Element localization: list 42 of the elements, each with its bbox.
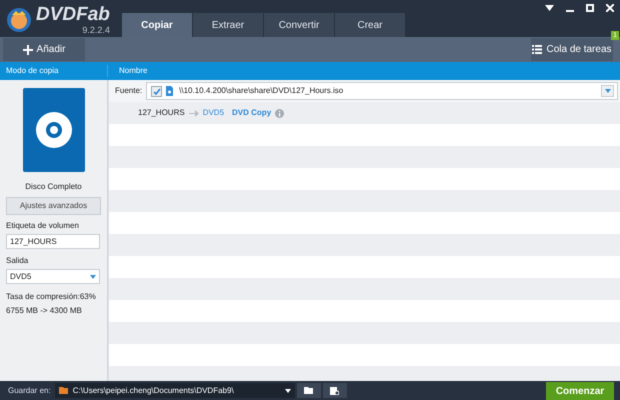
column-header: Nombre — [118, 65, 148, 77]
save-path-field[interactable]: C:\Users\peipei.cheng\Documents\DVDFab9\ — [54, 383, 295, 398]
caret-icon — [604, 89, 610, 93]
tab[interactable]: Convertir — [264, 13, 334, 37]
add-button[interactable]: Añadir — [3, 38, 85, 61]
plus-icon — [22, 44, 33, 54]
source-label: Fuente: — [115, 85, 142, 97]
source-checkbox[interactable] — [151, 86, 162, 96]
version-label: 9.2.2.4 — [82, 26, 110, 35]
dropdown-icon[interactable] — [545, 5, 554, 11]
source-field[interactable]: \\10.10.4.200\share\share\DVD\127_Hours.iso — [146, 82, 618, 100]
panel-header: Modo de copia — [0, 65, 108, 77]
document-icon — [330, 386, 340, 394]
app-name: DVDFab — [36, 5, 110, 24]
logo-icon — [6, 7, 32, 33]
close-icon[interactable] — [606, 4, 614, 12]
dropdown-button[interactable] — [601, 85, 614, 97]
tab[interactable]: Copiar — [122, 13, 192, 37]
maximize-icon[interactable] — [586, 4, 594, 12]
save-location-label: Guardar en: — [8, 384, 51, 396]
file-icon — [166, 86, 174, 96]
size-label: 6755 MB -> 4300 MB — [6, 305, 83, 317]
tab[interactable]: Extraer — [193, 13, 263, 37]
folder-icon — [304, 387, 314, 394]
list-icon — [532, 45, 542, 54]
copy-mode-label: Disco Completo — [24, 181, 83, 193]
tab[interactable]: Crear — [335, 13, 405, 37]
source-path: \\10.10.4.200\share\share\DVD\127_Hours.iso — [179, 85, 344, 97]
output-select[interactable]: DVD5 — [6, 269, 100, 284]
caret-icon — [90, 274, 96, 278]
field-label: Etiqueta de volumen — [6, 220, 80, 232]
compression-rate-label: Tasa de compresión:63% — [6, 291, 97, 303]
caret-icon — [284, 388, 291, 392]
arrow-icon — [188, 110, 199, 116]
browse-button[interactable] — [296, 383, 321, 398]
field-label: Salida — [6, 255, 30, 267]
task-queue-button[interactable]: Cola de tareas — [531, 38, 613, 61]
title-label: 127_HOURS — [138, 107, 185, 119]
volume-label-field[interactable]: 127_HOURS — [6, 234, 100, 249]
open-folder-button[interactable] — [322, 383, 347, 398]
folder-icon — [58, 387, 68, 394]
advanced-settings-button[interactable]: Ajustes avanzados — [6, 197, 101, 215]
